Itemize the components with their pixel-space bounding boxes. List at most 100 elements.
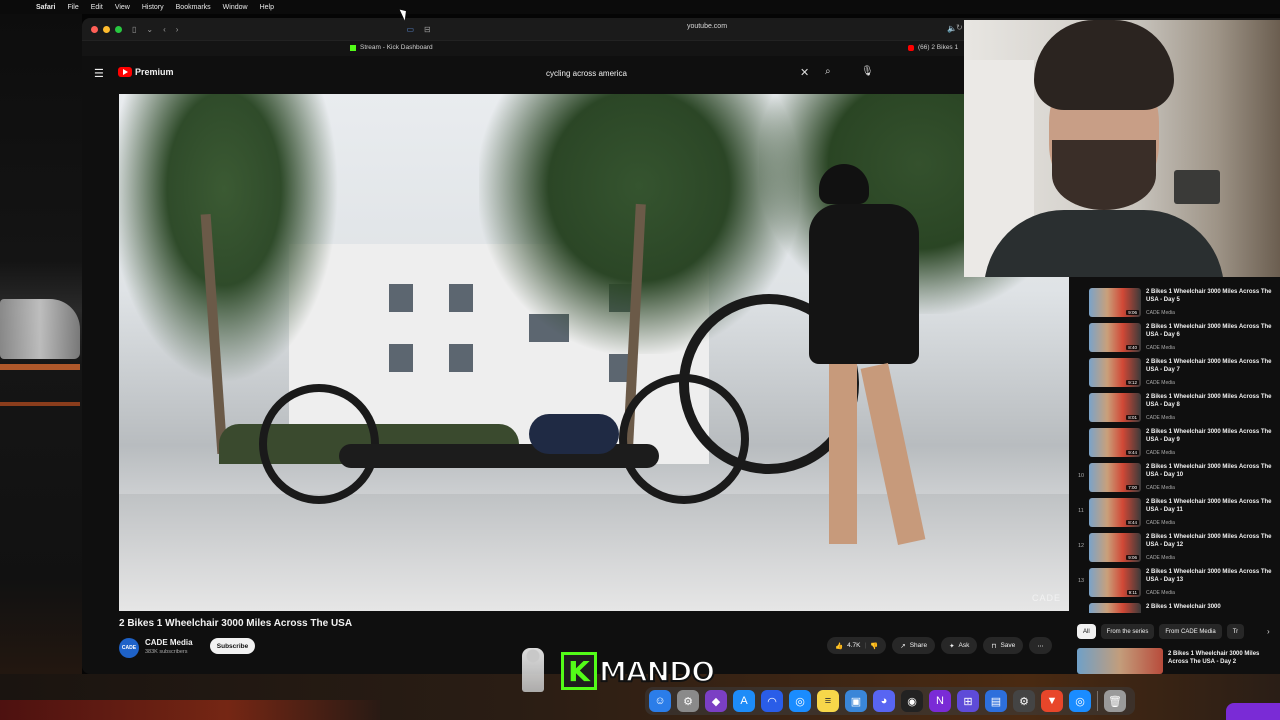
- video-duration: 9:11: [1126, 590, 1139, 595]
- video-duration: 8:40: [1126, 345, 1139, 350]
- webcam-person-beard: [1052, 140, 1156, 210]
- playlist-item[interactable]: 10 7:00 2 Bikes 1 Wheelchair 3000 Miles …: [1070, 461, 1280, 496]
- playlist-item[interactable]: 14 2 Bikes 1 Wheelchair 3000: [1070, 601, 1280, 613]
- playlist-item[interactable]: 13 9:11 2 Bikes 1 Wheelchair 3000 Miles …: [1070, 566, 1280, 601]
- discord-icon[interactable]: ◕: [873, 690, 895, 712]
- playlist-item-channel: CADE Media: [1146, 520, 1175, 526]
- menu-view[interactable]: View: [115, 4, 130, 11]
- messages-icon[interactable]: ▤: [985, 690, 1007, 712]
- playlist-thumbnail: 9:12: [1089, 358, 1141, 387]
- arc-icon[interactable]: ◠: [761, 690, 783, 712]
- kick-logo-icon: K: [561, 652, 597, 690]
- playlist-item[interactable]: 9:12 2 Bikes 1 Wheelchair 3000 Miles Acr…: [1070, 356, 1280, 391]
- playlist-thumbnail: 9:06: [1089, 288, 1141, 317]
- menu-history[interactable]: History: [142, 4, 164, 11]
- window-controls: [91, 25, 122, 33]
- tab-label: Stream - Kick Dashboard: [360, 44, 433, 51]
- safari-dock-icon[interactable]: ◎: [1069, 690, 1091, 712]
- reader-icon[interactable]: ⊟: [424, 25, 431, 34]
- playlist-item-title: 2 Bikes 1 Wheelchair 3000 Miles Across T…: [1146, 464, 1272, 478]
- obs-icon[interactable]: ◉: [901, 690, 923, 712]
- youtube-logo[interactable]: Premium: [118, 67, 174, 77]
- more-options-button[interactable]: ⋯: [1029, 637, 1052, 654]
- video-player[interactable]: CADE: [119, 94, 1069, 611]
- video-duration: 9:44: [1126, 450, 1139, 455]
- share-button[interactable]: ↗ Share: [892, 637, 936, 654]
- app-store-icon[interactable]: A: [733, 690, 755, 712]
- search-icon[interactable]: ⌕: [825, 66, 831, 77]
- playlist-item-channel: CADE Media: [1146, 555, 1175, 561]
- playlist-index: 11: [1078, 508, 1084, 514]
- menu-bookmarks[interactable]: Bookmarks: [176, 4, 211, 11]
- menu-window[interactable]: Window: [223, 4, 248, 11]
- playlist-item-title: 2 Bikes 1 Wheelchair 3000 Miles Across T…: [1146, 289, 1272, 303]
- menu-icon[interactable]: ☰: [94, 67, 104, 80]
- playlist-item[interactable]: 8:01 2 Bikes 1 Wheelchair 3000 Miles Acr…: [1070, 391, 1280, 426]
- finder-icon[interactable]: ☺: [649, 690, 671, 712]
- minimize-window-button[interactable]: [103, 25, 110, 33]
- playlist-item[interactable]: 11 8:44 2 Bikes 1 Wheelchair 3000 Miles …: [1070, 496, 1280, 531]
- chip-from-series[interactable]: From the series: [1100, 624, 1155, 639]
- save-button[interactable]: ⊓ Save: [983, 637, 1024, 654]
- search-input[interactable]: cycling across america: [546, 69, 627, 78]
- ask-button[interactable]: ✦ Ask: [941, 637, 978, 654]
- like-button[interactable]: 👍 4.7K | 👎: [827, 637, 887, 654]
- playlist-item[interactable]: 9:44 2 Bikes 1 Wheelchair 3000 Miles Acr…: [1070, 426, 1280, 461]
- microphone-icon[interactable]: 🎙: [861, 66, 874, 77]
- youtube-play-icon: [118, 67, 132, 77]
- youtube-favicon-icon: [908, 44, 914, 51]
- thumbs-up-icon: 👍: [835, 642, 844, 650]
- chevron-right-icon[interactable]: ›: [1267, 627, 1270, 636]
- settings-icon[interactable]: ⚙: [1013, 690, 1035, 712]
- menu-edit[interactable]: Edit: [91, 4, 103, 11]
- playlist-item[interactable]: 12 9:06 2 Bikes 1 Wheelchair 3000 Miles …: [1070, 531, 1280, 566]
- menu-app-name[interactable]: Safari: [36, 4, 55, 11]
- chevron-down-icon[interactable]: ⌄: [146, 25, 153, 34]
- webcam-background-object: [1174, 170, 1220, 204]
- close-window-button[interactable]: [91, 25, 98, 33]
- back-icon[interactable]: ‹: [163, 25, 166, 34]
- launchpad-icon[interactable]: ⚙: [677, 690, 699, 712]
- video-duration: 8:01: [1126, 415, 1139, 420]
- chip-more[interactable]: Tr: [1226, 624, 1245, 639]
- privacy-shield-icon[interactable]: ▭: [406, 25, 414, 34]
- share-label: Share: [909, 642, 928, 649]
- safari-icon[interactable]: ◎: [789, 690, 811, 712]
- playlist-item[interactable]: 9:06 2 Bikes 1 Wheelchair 3000 Miles Acr…: [1070, 286, 1280, 321]
- brave-browser-icon[interactable]: ▼: [1041, 690, 1063, 712]
- zoom-window-button[interactable]: [115, 25, 122, 33]
- recommendation-chips: All From the series From CADE Media Tr: [1077, 624, 1245, 639]
- channel-avatar[interactable]: CADE: [119, 638, 139, 658]
- playlist-item-channel: CADE Media: [1146, 415, 1175, 421]
- brave-icon[interactable]: ◆: [705, 690, 727, 712]
- tab-kick-dashboard[interactable]: Stream - Kick Dashboard: [350, 44, 433, 51]
- menu-help[interactable]: Help: [260, 4, 274, 11]
- playlist-item-channel: CADE Media: [1146, 310, 1175, 316]
- playlist-item[interactable]: 8:40 2 Bikes 1 Wheelchair 3000 Miles Acr…: [1070, 321, 1280, 356]
- video-duration: 8:44: [1126, 520, 1139, 525]
- recommended-video[interactable]: 2 Bikes 1 Wheelchair 3000 Miles Across T…: [1077, 648, 1280, 674]
- notes-icon[interactable]: ≡: [817, 690, 839, 712]
- menu-file[interactable]: File: [67, 4, 78, 11]
- forward-icon[interactable]: ›: [176, 25, 179, 34]
- news-icon[interactable]: N: [929, 690, 951, 712]
- trash-icon[interactable]: 🗑: [1104, 690, 1126, 712]
- preview-icon[interactable]: ▣: [845, 690, 867, 712]
- tab-label: (66) 2 Bikes 1: [918, 44, 959, 51]
- close-icon[interactable]: ✕: [800, 66, 809, 79]
- grid-icon[interactable]: ⊞: [957, 690, 979, 712]
- chip-from-channel[interactable]: From CADE Media: [1159, 624, 1222, 639]
- desktop-background: [0, 14, 82, 720]
- sidebar-toggle-icon[interactable]: ▯: [132, 25, 136, 34]
- playlist-item-channel: CADE Media: [1146, 380, 1175, 386]
- video-title: 2 Bikes 1 Wheelchair 3000 Miles Across T…: [119, 618, 353, 629]
- chip-all[interactable]: All: [1077, 624, 1096, 639]
- address-bar[interactable]: youtube.com: [642, 23, 772, 30]
- thumbs-down-icon[interactable]: 👎: [870, 642, 878, 650]
- tab-youtube[interactable]: (66) 2 Bikes 1: [908, 44, 958, 51]
- channel-name[interactable]: CADE Media: [145, 638, 193, 647]
- subscribe-button[interactable]: Subscribe: [210, 638, 255, 654]
- reload-icon[interactable]: ↻: [956, 23, 963, 32]
- video-scene-palm: [119, 94, 339, 384]
- playlist-item-title: 2 Bikes 1 Wheelchair 3000: [1146, 604, 1221, 610]
